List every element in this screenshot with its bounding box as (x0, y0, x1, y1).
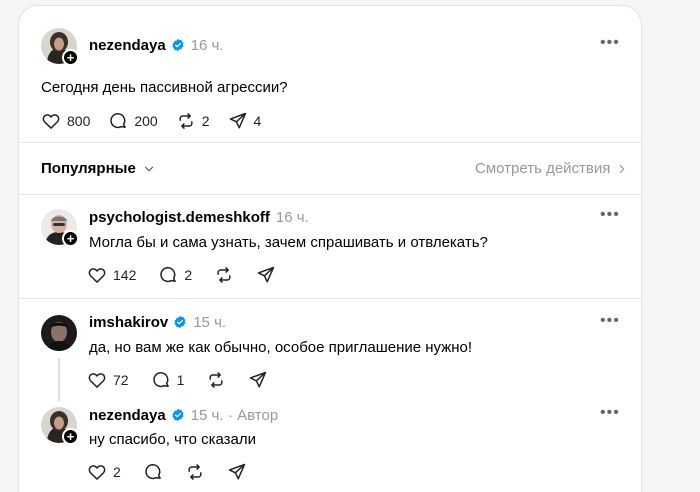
view-activity-label: Смотреть действия (475, 160, 611, 177)
send-icon (227, 462, 247, 482)
reply-text: ну спасибо, что сказали (89, 431, 257, 448)
like-count: 800 (67, 113, 91, 129)
timestamp[interactable]: 15 ч. (193, 314, 226, 331)
like-count: 142 (113, 267, 137, 283)
reply-button[interactable]: 200 (108, 111, 158, 131)
repost-button[interactable] (214, 265, 234, 285)
thread-card: + nezendaya 16 ч. ••• Сегодня день пассив… (18, 5, 642, 492)
heart-icon (41, 111, 61, 131)
username[interactable]: imshakirov (89, 314, 168, 331)
chevron-down-icon (144, 166, 153, 171)
share-count: 4 (253, 113, 262, 129)
share-button[interactable]: 4 (228, 111, 262, 131)
follow-plus-icon[interactable]: + (62, 230, 79, 247)
repost-icon (214, 265, 234, 285)
reply-count: 1 (176, 372, 185, 388)
comment-bubble-icon (151, 370, 171, 390)
comment-bubble-icon (158, 265, 178, 285)
reply-text: да, но вам же как обычно, особое приглаш… (89, 339, 473, 356)
repost-icon (176, 111, 196, 131)
share-button[interactable] (227, 462, 247, 482)
username[interactable]: nezendaya (89, 407, 166, 424)
repost-button[interactable] (206, 370, 226, 390)
like-count: 2 (113, 464, 121, 480)
more-horizontal-icon[interactable]: ••• (600, 404, 620, 422)
username[interactable]: nezendaya (89, 37, 166, 54)
reply-button[interactable]: 2 (158, 265, 192, 285)
repost-icon (185, 462, 205, 482)
send-icon (228, 111, 248, 131)
repost-button[interactable] (185, 462, 205, 482)
send-icon (248, 370, 268, 390)
verified-badge-icon (173, 315, 187, 329)
divider (19, 142, 641, 143)
author-label: · Автор (228, 407, 279, 424)
sort-label: Популярные (41, 160, 136, 177)
heart-icon (87, 370, 107, 390)
reply-button[interactable] (143, 462, 163, 482)
follow-plus-icon[interactable]: + (62, 49, 79, 66)
post-text: Сегодня день пассивной агрессии? (41, 79, 288, 96)
reply-text: Могла бы и сама узнать, зачем спрашивать… (89, 234, 488, 251)
repost-icon (206, 370, 226, 390)
divider (19, 298, 641, 299)
like-button[interactable]: 72 (87, 370, 129, 390)
follow-plus-icon[interactable]: + (62, 428, 79, 445)
heart-icon (87, 265, 107, 285)
avatar-imshakirov[interactable] (41, 315, 77, 351)
chevron-right-icon (620, 164, 625, 173)
sort-dropdown[interactable]: Популярные (41, 160, 156, 177)
repost-button[interactable]: 2 (176, 111, 210, 131)
share-button[interactable] (256, 265, 276, 285)
thread-line (58, 358, 60, 401)
share-button[interactable] (248, 370, 268, 390)
comment-bubble-icon (108, 111, 128, 131)
like-count: 72 (113, 372, 129, 388)
like-button[interactable]: 800 (41, 111, 90, 131)
comment-bubble-icon (143, 462, 163, 482)
verified-badge-icon (171, 38, 185, 52)
more-horizontal-icon[interactable]: ••• (600, 312, 620, 330)
reply-count: 200 (134, 113, 158, 129)
heart-icon (87, 462, 107, 482)
reply-count: 2 (184, 267, 193, 283)
verified-badge-icon (171, 408, 185, 422)
divider (19, 194, 641, 195)
more-horizontal-icon[interactable]: ••• (600, 34, 620, 52)
timestamp[interactable]: 15 ч. (191, 407, 224, 424)
like-button[interactable]: 142 (87, 265, 136, 285)
timestamp[interactable]: 16 ч. (191, 37, 224, 54)
view-activity-link[interactable]: Смотреть действия (475, 160, 629, 177)
reply-button[interactable]: 1 (151, 370, 185, 390)
username[interactable]: psychologist.demeshkoff (89, 209, 270, 226)
repost-count: 2 (201, 113, 210, 129)
more-horizontal-icon[interactable]: ••• (600, 206, 620, 224)
send-icon (256, 265, 276, 285)
like-button[interactable]: 2 (87, 462, 121, 482)
timestamp[interactable]: 16 ч. (276, 209, 309, 226)
